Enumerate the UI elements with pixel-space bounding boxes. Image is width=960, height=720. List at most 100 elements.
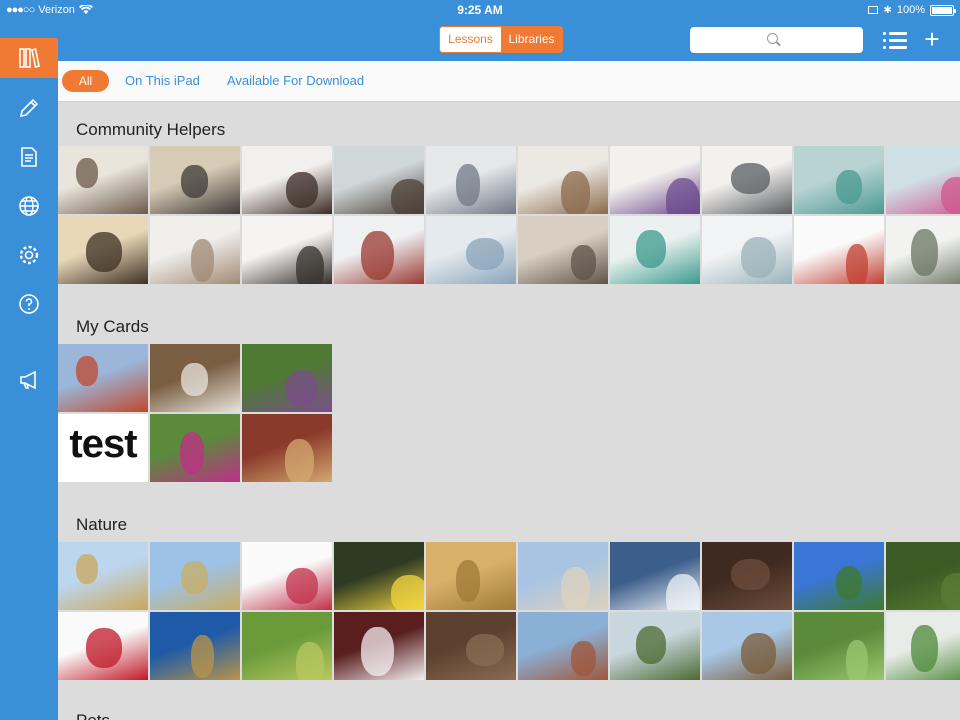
card-tile-monument-valley[interactable] [518, 612, 608, 680]
card-image [76, 554, 98, 584]
list-line [889, 39, 907, 42]
card-tile-hairdresser-2[interactable] [58, 216, 148, 284]
card-tile-hairdresser-3[interactable] [242, 216, 332, 284]
filter-bar: All On This iPad Available For Download [58, 61, 960, 102]
sidebar [0, 20, 58, 720]
card-tile-bush[interactable] [886, 612, 960, 680]
card-tile-dentist-4[interactable] [702, 216, 792, 284]
card-tile-soil[interactable] [426, 612, 516, 680]
pencil-icon [19, 98, 39, 118]
card-tile-crossing-guard-1[interactable] [794, 216, 884, 284]
notes-icon [21, 147, 37, 167]
bluetooth-icon: ✱ [883, 4, 892, 16]
card-image [911, 625, 938, 672]
battery-fill [932, 6, 952, 14]
segment-libraries[interactable]: Libraries [501, 27, 562, 52]
card-image [836, 566, 862, 600]
card-image [846, 640, 868, 680]
card-image [361, 231, 394, 280]
list-dot [883, 46, 886, 49]
search-input[interactable] [690, 27, 863, 53]
airplay-icon [868, 6, 879, 14]
card-tile-potted-flower[interactable] [242, 542, 332, 610]
card-tile-sand-dunes[interactable] [426, 542, 516, 610]
card-tile-wheat-sky[interactable] [150, 612, 240, 680]
card-tile-grass-2[interactable] [794, 612, 884, 680]
list-view-button[interactable] [883, 32, 907, 50]
card-tile-dentist-2[interactable] [886, 146, 960, 214]
sidebar-item-announcements[interactable] [0, 360, 58, 400]
card-tile-fuchsia-flower[interactable] [150, 414, 240, 482]
card-image [181, 363, 208, 396]
card-tile-dentist-3[interactable] [610, 216, 700, 284]
card-tile-chef-2[interactable] [150, 146, 240, 214]
card-tile-chef-1[interactable] [58, 146, 148, 214]
card-tile-dog-on-rug[interactable] [242, 414, 332, 482]
card-tile-hay-bales[interactable] [58, 542, 148, 610]
card-tile-grass-1[interactable] [886, 542, 960, 610]
filter-available-for-download[interactable]: Available For Download [227, 73, 364, 88]
card-tile-barber-2[interactable] [334, 216, 424, 284]
card-image [846, 244, 868, 284]
card-tile-crossing-guard-2[interactable] [886, 216, 960, 284]
gear-icon [19, 245, 39, 265]
card-tile-green-field[interactable] [794, 542, 884, 610]
card-image [456, 164, 480, 206]
books-icon [19, 47, 40, 69]
card-image [911, 229, 938, 276]
nature-grid [58, 542, 960, 680]
card-tile-golden-gate-bridge[interactable] [58, 344, 148, 412]
card-tile-dog-in-kitchen[interactable] [150, 344, 240, 412]
card-tile-chef-3[interactable] [150, 216, 240, 284]
card-tile-doctor-3[interactable] [518, 216, 608, 284]
sidebar-item-edit[interactable] [0, 88, 58, 128]
add-button[interactable]: + [920, 26, 944, 52]
card-tile-snowy-mountain[interactable] [610, 542, 700, 610]
card-tile-bark[interactable] [702, 542, 792, 610]
sidebar-item-notes[interactable] [0, 137, 58, 177]
card-tile-doctor-2[interactable] [702, 146, 792, 214]
card-tile-meadow[interactable] [242, 612, 332, 680]
sidebar-item-help[interactable] [0, 284, 58, 324]
card-tile-architect[interactable] [426, 216, 516, 284]
card-image [941, 573, 960, 610]
card-tile-dentist-1[interactable] [794, 146, 884, 214]
community-helpers-grid [58, 146, 960, 284]
card-tile-lily[interactable] [334, 612, 424, 680]
segment-lessons[interactable]: Lessons [440, 27, 501, 52]
sidebar-item-settings[interactable] [0, 235, 58, 275]
card-tile-plowed-field[interactable] [610, 612, 700, 680]
lessons-libraries-segmented-control[interactable]: Lessons Libraries [439, 26, 563, 53]
card-tile-yellow-flower[interactable] [334, 542, 424, 610]
card-image [286, 172, 318, 208]
sidebar-item-libraries[interactable] [0, 38, 58, 78]
card-tile-test[interactable]: test [58, 414, 148, 482]
card-tile-scientist-1[interactable] [426, 146, 516, 214]
nav-bar: Lessons Libraries + [58, 20, 960, 61]
card-image [286, 568, 318, 604]
filter-all[interactable]: All [62, 70, 109, 92]
card-tile-plains[interactable] [702, 612, 792, 680]
card-tile-barber-1[interactable] [334, 146, 424, 214]
card-image [285, 439, 314, 482]
card-tile-red-rose[interactable] [58, 612, 148, 680]
card-tile-hairdresser-1[interactable] [242, 146, 332, 214]
card-image [181, 165, 208, 198]
card-tile-wheat-field[interactable] [150, 542, 240, 610]
my-cards-grid: test [58, 344, 332, 482]
list-line [889, 46, 907, 49]
section-title-pets: Pets [76, 711, 110, 720]
card-image [836, 170, 862, 204]
card-tile-woman-outdoors[interactable] [242, 344, 332, 412]
card-tile-office-worker[interactable] [518, 146, 608, 214]
status-right: ✱ 100% [868, 4, 956, 16]
card-image [286, 370, 318, 406]
sidebar-item-globe[interactable] [0, 186, 58, 226]
card-image [741, 633, 776, 674]
card-tile-doctor-1[interactable] [610, 146, 700, 214]
filter-on-this-ipad[interactable]: On This iPad [125, 73, 200, 88]
list-line [889, 32, 907, 35]
card-tile-desert-mountains[interactable] [518, 542, 608, 610]
card-image [296, 642, 324, 680]
card-image [561, 567, 590, 610]
